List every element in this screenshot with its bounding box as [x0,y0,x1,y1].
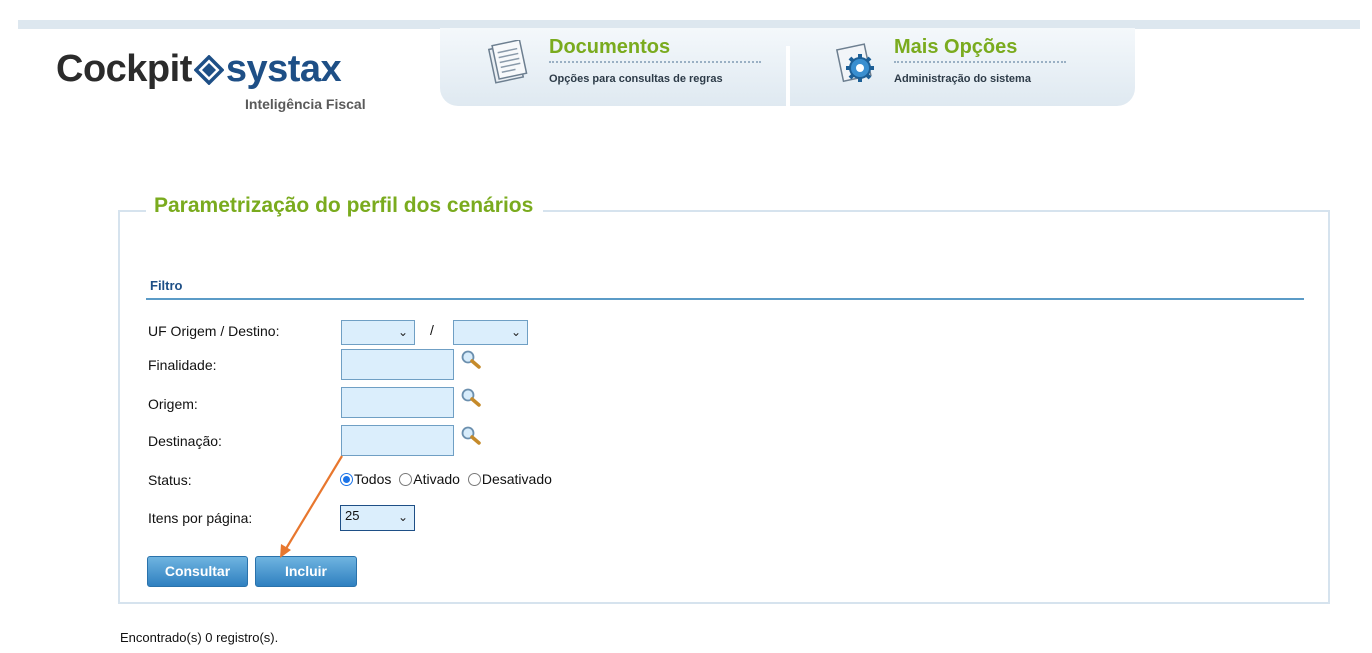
annotation-arrow [280,455,343,558]
status-todos-label: Todos [354,471,392,487]
chevron-down-icon: ⌄ [397,325,408,339]
section-divider [146,298,1304,300]
nav-tab-mais-opcoes[interactable]: Mais Opções Administração do sistema [790,28,1135,106]
nav-tab-mais-opcoes-subtitle: Administração do sistema [894,73,1031,85]
uf-separator: / [430,322,434,338]
status-option-ativado[interactable]: Ativado [399,471,460,487]
radio-ativado[interactable] [399,473,413,486]
status-ativado-label: Ativado [413,471,460,487]
chevron-down-icon: ⌄ [510,325,521,339]
logo-text-cockpit: Cockpit [56,48,192,90]
filter-section-title: Filtro [150,278,183,293]
nav-tab-mais-opcoes-title: Mais Opções [894,36,1018,58]
uf-origem-select[interactable]: ⌄ [341,320,415,345]
logo-tagline: Inteligência Fiscal [245,96,366,112]
uf-label: UF Origem / Destino: [148,323,280,339]
nav-tab-divider [894,61,1066,63]
documents-icon [487,40,528,84]
magnifier-search-icon[interactable] [460,349,482,371]
chevron-down-icon: ⌄ [397,510,408,524]
logo-text-systax: systax [225,48,342,90]
nav-tab-documentos[interactable]: Documentos Opções para consultas de regr… [440,28,786,106]
origem-input[interactable] [341,387,454,418]
status-option-desativado[interactable]: Desativado [467,471,552,487]
logo-diamond-icon [193,55,224,85]
settings-gear-icon [835,43,874,83]
finalidade-input[interactable] [341,349,454,380]
results-count: Encontrado(s) 0 registro(s). [120,630,279,645]
nav-tab-documentos-subtitle: Opções para consultas de regras [549,73,723,85]
top-navigation: Documentos Opções para consultas de regr… [440,28,1135,106]
status-radio-group: Todos Ativado Desativado [340,471,556,487]
radio-desativado[interactable] [467,473,481,486]
consultar-button[interactable]: Consultar [147,556,248,587]
magnifier-search-icon[interactable] [460,425,482,447]
itens-por-pagina-label: Itens por página: [148,510,253,526]
cockpit-systax-logo[interactable]: Cockpit systax Inteligência Fiscal [56,46,396,116]
itens-por-pagina-select[interactable]: 25 ⌄ [340,505,415,531]
destinacao-label: Destinação: [148,433,222,449]
uf-destino-select[interactable]: ⌄ [453,320,528,345]
origem-label: Origem: [148,396,198,412]
magnifier-search-icon[interactable] [460,387,482,409]
status-desativado-label: Desativado [481,471,552,487]
finalidade-label: Finalidade: [148,357,217,373]
destinacao-input[interactable] [341,425,454,456]
status-label: Status: [148,472,192,488]
page-title: Parametrização do perfil dos cenários [146,194,544,218]
nav-tab-documentos-title: Documentos [549,36,671,58]
nav-tab-divider [549,61,761,63]
